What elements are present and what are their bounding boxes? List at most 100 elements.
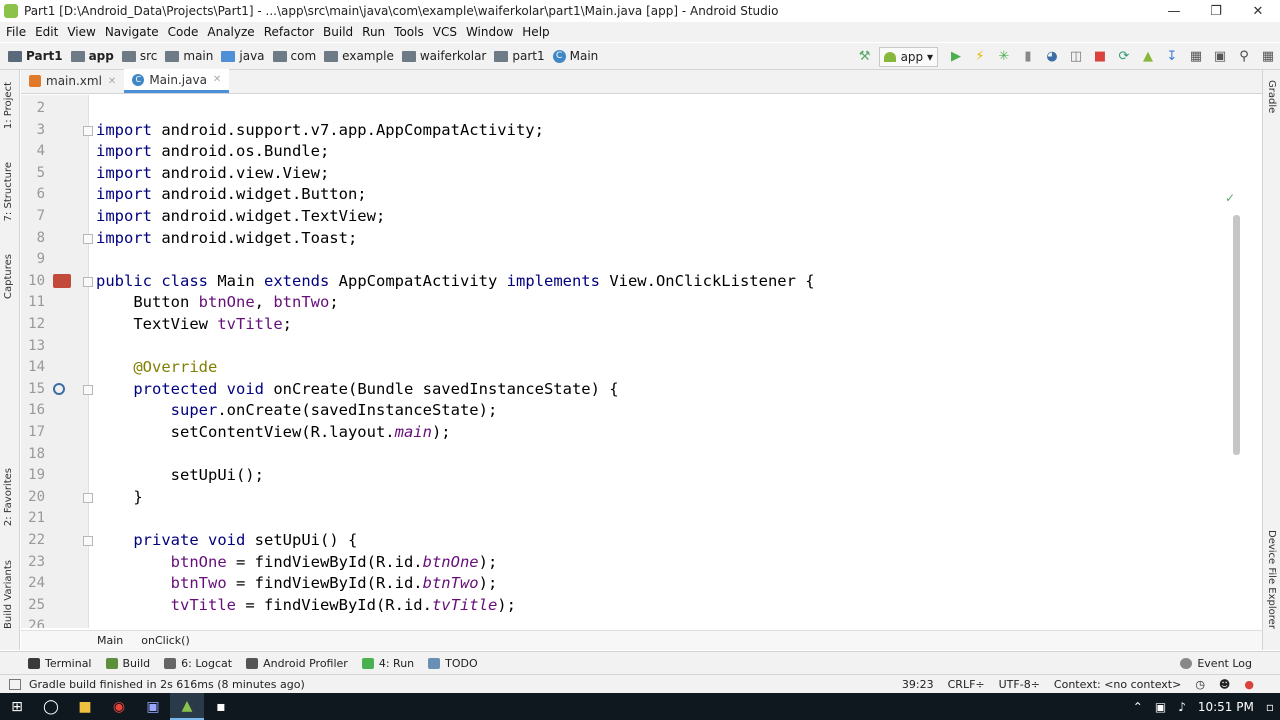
code-line[interactable]: 11 Button btnOne, btnTwo; bbox=[21, 292, 1221, 314]
search-icon[interactable]: ⚲ bbox=[1233, 46, 1255, 68]
code-line[interactable]: 15 protected void onCreate(Bundle savedI… bbox=[21, 379, 1221, 401]
network-icon[interactable]: ▣ bbox=[1155, 700, 1166, 714]
project-structure-button[interactable]: ▦ bbox=[1185, 46, 1207, 68]
clock[interactable]: 10:51 PM bbox=[1198, 700, 1254, 714]
tool-tab-gradle[interactable]: Gradle bbox=[1266, 80, 1277, 113]
code-line[interactable]: 22 private void setUpUi() { bbox=[21, 530, 1221, 552]
assistant-button[interactable]: ▦ bbox=[1257, 46, 1279, 68]
tool-tab-favorites[interactable]: 2: Favorites bbox=[3, 468, 14, 526]
menu-view[interactable]: View bbox=[65, 25, 102, 39]
code-line[interactable]: 18 bbox=[21, 444, 1221, 466]
volume-icon[interactable]: ♪ bbox=[1178, 700, 1186, 714]
layout-inspector-button[interactable]: ▣ bbox=[1209, 46, 1231, 68]
code-line[interactable]: 20 } bbox=[21, 487, 1221, 509]
menu-build[interactable]: Build bbox=[321, 25, 360, 39]
crumb-app[interactable]: app bbox=[70, 49, 114, 63]
stop-button[interactable]: ■ bbox=[1089, 46, 1111, 68]
build-tool-button[interactable]: Build bbox=[105, 657, 150, 670]
crumb-main-class[interactable]: C Main bbox=[552, 49, 598, 63]
editor-crumb-method[interactable]: onClick() bbox=[141, 634, 190, 647]
menu-tools[interactable]: Tools bbox=[392, 25, 431, 39]
terminal-tool-button[interactable]: Terminal bbox=[28, 657, 92, 670]
sync-gradle-button[interactable]: ⟳ bbox=[1113, 46, 1135, 68]
line-separator[interactable]: CRLF÷ bbox=[948, 678, 985, 691]
restore-button[interactable]: ❐ bbox=[1194, 0, 1238, 22]
code-line[interactable]: 12 TextView tvTitle; bbox=[21, 314, 1221, 336]
menu-code[interactable]: Code bbox=[166, 25, 206, 39]
menu-analyze[interactable]: Analyze bbox=[205, 25, 261, 39]
run-tool-button[interactable]: 4: Run bbox=[361, 657, 414, 670]
caret-position[interactable]: 39:23 bbox=[902, 678, 934, 691]
menu-file[interactable]: File bbox=[4, 25, 33, 39]
tool-tab-device-file-explorer[interactable]: Device File Explorer bbox=[1266, 530, 1277, 629]
toggle-tool-windows-icon[interactable] bbox=[9, 678, 21, 690]
run-configuration-select[interactable]: app ▾ bbox=[878, 46, 938, 67]
tool-tab-build-variants[interactable]: Build Variants bbox=[3, 560, 14, 629]
code-line[interactable]: 24 btnTwo = findViewById(R.id.btnTwo); bbox=[21, 573, 1221, 595]
code-line[interactable]: 10 public class Main extends AppCompatAct… bbox=[21, 271, 1221, 293]
code-line[interactable]: 16 super.onCreate(savedInstanceState); bbox=[21, 400, 1221, 422]
crumb-part1[interactable]: part1 bbox=[494, 49, 545, 63]
terminal-taskbar-icon[interactable]: ▪ bbox=[204, 693, 238, 720]
profiler-tool-button[interactable]: Android Profiler bbox=[246, 657, 348, 670]
implements-marker-icon[interactable] bbox=[53, 273, 71, 288]
crumb-src[interactable]: src bbox=[121, 49, 157, 63]
tool-tab-structure[interactable]: 7: Structure bbox=[3, 162, 14, 221]
editor-crumb-class[interactable]: Main bbox=[97, 634, 123, 647]
debug-button[interactable]: ✳ bbox=[993, 46, 1015, 68]
editor-scrollbar[interactable] bbox=[1233, 215, 1240, 455]
crumb-java[interactable]: java bbox=[221, 49, 265, 63]
menu-vcs[interactable]: VCS bbox=[431, 25, 464, 39]
profile-button[interactable]: ◕ bbox=[1041, 46, 1063, 68]
minimize-button[interactable]: — bbox=[1152, 0, 1196, 22]
crumb-main[interactable]: main bbox=[165, 49, 213, 63]
menu-navigate[interactable]: Navigate bbox=[103, 25, 166, 39]
event-log-button[interactable]: Event Log bbox=[1180, 657, 1252, 670]
chrome-icon[interactable]: ◉ bbox=[102, 693, 136, 720]
show-hidden-icons[interactable]: ⌃ bbox=[1133, 700, 1143, 714]
code-line[interactable]: 4 import android.os.Bundle; bbox=[21, 141, 1221, 163]
file-explorer-icon[interactable]: ■ bbox=[68, 693, 102, 720]
crumb-example[interactable]: example bbox=[324, 49, 394, 63]
menu-edit[interactable]: Edit bbox=[33, 25, 65, 39]
crumb-waiferkolar[interactable]: waiferkolar bbox=[401, 49, 486, 63]
close-tab-icon[interactable]: ✕ bbox=[213, 74, 221, 85]
menu-refactor[interactable]: Refactor bbox=[262, 25, 321, 39]
crumb-project[interactable]: Part1 bbox=[8, 49, 63, 63]
context-indicator[interactable]: Context: <no context> bbox=[1054, 678, 1181, 691]
sdk-manager-button[interactable]: ↧ bbox=[1161, 46, 1183, 68]
apply-changes-button[interactable]: ⚡ bbox=[969, 46, 991, 68]
fold-marker-icon[interactable] bbox=[83, 384, 93, 395]
fold-marker-icon[interactable] bbox=[83, 125, 93, 136]
tool-tab-captures[interactable]: Captures bbox=[3, 254, 14, 299]
android-studio-taskbar-icon[interactable]: ▲ bbox=[170, 693, 204, 720]
close-button[interactable]: ✕ bbox=[1236, 0, 1280, 22]
menu-window[interactable]: Window bbox=[464, 25, 520, 39]
tool-tab-project[interactable]: 1: Project bbox=[3, 82, 14, 129]
notification-icon[interactable]: ● bbox=[1244, 678, 1254, 691]
code-line[interactable]: 3 import android.support.v7.app.AppCompat… bbox=[21, 120, 1221, 142]
crumb-com[interactable]: com bbox=[272, 49, 316, 63]
code-line[interactable]: 23 btnOne = findViewById(R.id.btnOne); bbox=[21, 552, 1221, 574]
tab-main-java[interactable]: C Main.java ✕ bbox=[124, 69, 230, 93]
code-line[interactable]: 8 import android.widget.Toast; bbox=[21, 228, 1221, 250]
attach-process-button[interactable]: ◫ bbox=[1065, 46, 1087, 68]
code-line[interactable]: 19 setUpUi(); bbox=[21, 465, 1221, 487]
visual-studio-icon[interactable]: ▣ bbox=[136, 693, 170, 720]
fold-marker-icon[interactable] bbox=[83, 536, 93, 546]
logcat-tool-button[interactable]: 6: Logcat bbox=[164, 657, 232, 670]
attach-debugger-button[interactable]: ▮ bbox=[1017, 46, 1039, 68]
menu-help[interactable]: Help bbox=[520, 25, 556, 39]
code-line[interactable]: 25 tvTitle = findViewById(R.id.tvTitle); bbox=[21, 595, 1221, 617]
notifications-icon[interactable]: ▫ bbox=[1266, 700, 1274, 714]
close-tab-icon[interactable]: ✕ bbox=[108, 76, 116, 87]
code-line[interactable]: 14 @Override bbox=[21, 357, 1221, 379]
code-editor[interactable]: ✓ 2 3 import android.support.v7.app.AppCom… bbox=[21, 95, 1262, 628]
menu-run[interactable]: Run bbox=[360, 25, 392, 39]
lock-icon[interactable]: ◷ bbox=[1195, 678, 1205, 691]
code-line[interactable]: 7 import android.widget.TextView; bbox=[21, 206, 1221, 228]
tab-main-xml[interactable]: main.xml ✕ bbox=[21, 69, 124, 93]
code-line[interactable]: 5 import android.view.View; bbox=[21, 163, 1221, 185]
override-marker-icon[interactable] bbox=[53, 382, 65, 395]
cortana-icon[interactable]: ◯ bbox=[34, 693, 68, 720]
